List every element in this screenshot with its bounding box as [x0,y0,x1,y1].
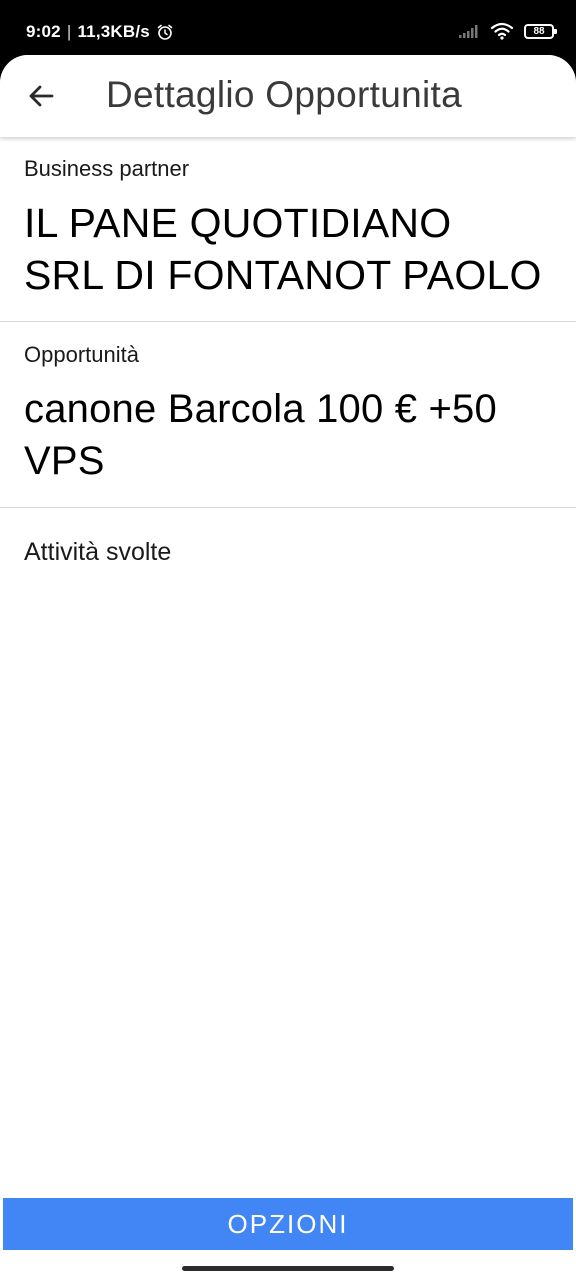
business-partner-section: Business partner IL PANE QUOTIDIANO SRL … [0,155,576,301]
app-screen: Dettaglio Opportunita Business partner I… [0,55,576,1280]
alarm-icon [156,23,174,41]
divider [0,321,576,322]
page-title: Dettaglio Opportunita [106,74,462,115]
options-button[interactable]: OPZIONI [3,1198,573,1250]
status-separator: | [66,22,72,41]
status-time: 9:02 [26,22,61,41]
status-bar: 9:02 | 11,3KB/s 88 [0,0,576,60]
opportunity-value-line1: canone Barcola 100 € +50 [24,387,497,431]
back-button[interactable] [20,75,62,117]
network-speed: 11,3KB/s [77,22,150,41]
business-partner-value-line1: IL PANE QUOTIDIANO [24,200,452,246]
battery-icon: 88 [524,23,557,39]
status-right: 88 [458,22,557,40]
battery-level: 88 [533,25,545,37]
business-partner-value-line2: SRL DI FONTANOT PAOLO [24,252,542,298]
divider [0,507,576,508]
opportunity-label: Opportunità [24,342,139,367]
wifi-icon [490,22,514,40]
navigation-handle[interactable] [182,1266,394,1271]
app-bar: Dettaglio Opportunita [0,55,576,137]
status-left: 9:02 | 11,3KB/s [26,22,174,42]
arrow-left-icon [26,81,56,111]
signal-icon [458,23,480,39]
options-button-label: OPZIONI [227,1208,349,1239]
activities-section: Attività svolte [0,536,576,568]
opportunity-section: Opportunità canone Barcola 100 € +50 VPS [0,341,576,487]
activities-label: Attività svolte [24,538,172,566]
business-partner-label: Business partner [24,156,190,181]
opportunity-value-line2: VPS [24,439,105,483]
